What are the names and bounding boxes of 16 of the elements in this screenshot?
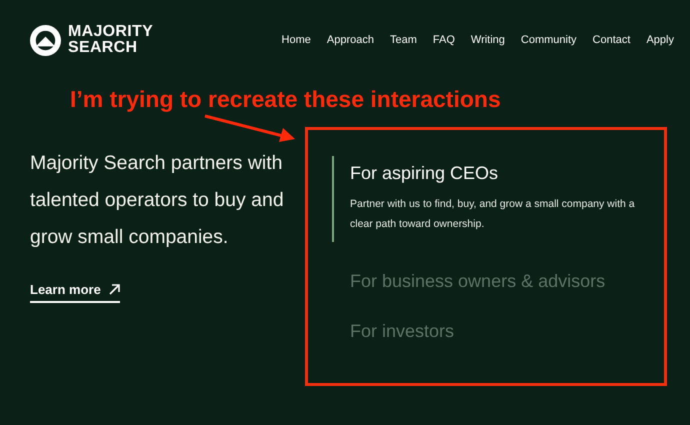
nav-link[interactable]: Team <box>382 34 425 46</box>
nav-link[interactable]: Home <box>274 34 319 46</box>
nav-link[interactable]: Community <box>512 34 585 46</box>
audience-description: Partner with us to find, buy, and grow a small company with a clear path toward ownership. <box>350 197 636 232</box>
audience-item[interactable]: For aspiring CEOs Partner with us to find, buy, and grow a small company with a clear path toward ownership. <box>332 156 650 242</box>
arrow-icon <box>108 284 120 295</box>
learn-more-link[interactable]: Learn more <box>30 282 120 303</box>
nav-link[interactable]: Writing <box>462 34 513 46</box>
logo-icon <box>30 24 61 56</box>
logo-text: MAJORITY SEARCH <box>68 24 154 56</box>
hero-text: Majority Search partners with talented operators to buy and grow small companies. <box>30 151 285 250</box>
annotation-text: I’m trying to recreate these interactions <box>70 86 501 112</box>
nav-link[interactable]: Approach <box>318 34 382 46</box>
nav-link[interactable]: Apply <box>638 34 678 46</box>
nav-link[interactable]: FAQ <box>424 34 463 46</box>
nav-link[interactable]: Contact <box>584 34 638 46</box>
